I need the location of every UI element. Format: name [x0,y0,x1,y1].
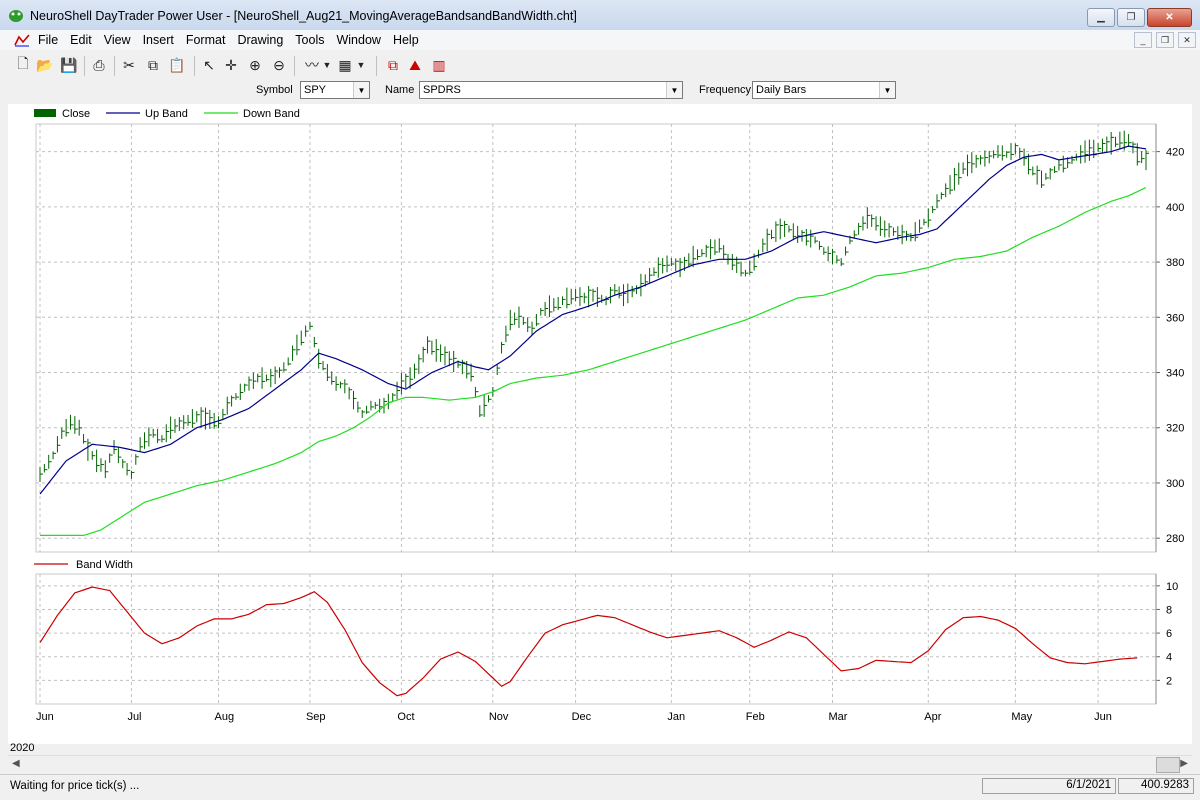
x-tick-label: Sep [306,711,326,723]
zoom-out-icon[interactable]: ⊖ [270,56,288,74]
open-icon[interactable]: 📂 [36,56,54,74]
horizontal-scrollbar[interactable]: ◀ ▶ [8,755,1192,773]
scroll-thumb[interactable] [1156,757,1180,773]
document-menu-icon[interactable] [14,33,30,47]
menu-format[interactable]: Format [186,32,232,48]
scroll-right-icon[interactable]: ▶ [1180,758,1188,769]
menu-help[interactable]: Help [393,32,425,48]
status-message: Waiting for price tick(s) ... [10,780,140,792]
bars-icon[interactable]: ▥ [430,56,448,74]
symbol-label: Symbol [256,84,293,96]
x-tick-label: Apr [924,711,941,723]
y-tick-label: 360 [1166,312,1184,324]
legend-down-band: Down Band [243,108,300,120]
y-tick-label: 340 [1166,368,1184,380]
symbol-selector-bar: Symbol SPY ▼ Name SPDRS ▼ Frequency Dail… [0,80,1200,102]
child-close-button[interactable]: ✕ [1178,32,1196,48]
neuroshell-app-icon [9,10,23,22]
y-tick-label: 6 [1166,628,1172,640]
x-tick-label: Aug [215,711,235,723]
y-tick-label: 380 [1166,257,1184,269]
x-tick-label: Oct [397,711,414,723]
status-bar: Waiting for price tick(s) ... 6/1/2021 4… [0,774,1200,799]
name-value: SPDRS [423,84,461,96]
x-tick-label: Nov [489,711,509,723]
y-tick-label: 8 [1166,604,1172,616]
line-style-icon[interactable]: 〰 [300,56,324,74]
zoom-in-icon[interactable]: ⊕ [246,56,264,74]
cut-icon[interactable]: ✂ [120,56,138,74]
child-minimize-button[interactable]: _ [1134,32,1152,48]
legend-swatch [34,109,56,117]
compare-icon[interactable]: ⧉ [384,56,402,74]
chevron-down-icon[interactable]: ▼ [879,82,895,98]
chevron-down-icon[interactable]: ▼ [666,82,682,98]
toolbar: 🗋 📂 💾 ⎙ ✂ ⧉ 📋 ↖ ✛ ⊕ ⊖ 〰 ▼ ▦ ▼ ⧉ ⛰ ▥ [0,52,1200,78]
frequency-value: Daily Bars [756,84,807,96]
x-tick-label: Mar [828,711,847,723]
close-button[interactable]: ✕ [1147,8,1192,27]
fill-icon[interactable]: ▦ [336,56,354,74]
legend-band-width: Band Width [76,559,133,571]
menu-edit[interactable]: Edit [70,32,98,48]
new-icon[interactable]: 🗋 [14,55,32,74]
symbol-value: SPY [304,84,327,96]
x-tick-label: Jan [667,711,685,723]
maximize-button[interactable]: ❐ [1117,8,1145,27]
chevron-down-icon[interactable]: ▼ [353,82,369,98]
frequency-label: Frequency [699,84,751,96]
menu-bar: File Edit View Insert Format Drawing Tools Wind… [0,30,1200,50]
y-tick-label: 280 [1166,533,1184,545]
child-restore-button[interactable]: ❐ [1156,32,1174,48]
main-panel-frame [35,123,1157,553]
y-tick-label: 400 [1166,202,1184,214]
legend-close: Close [62,108,90,120]
minimize-button[interactable]: ▁ [1087,8,1115,27]
menu-window[interactable]: Window [336,32,386,48]
status-value: 400.9283 [1118,778,1194,794]
window-title: NeuroShell DayTrader Power User - [Neuro… [30,9,577,23]
save-icon[interactable]: 💾 [60,56,78,74]
line-style-dropdown-icon[interactable]: ▼ [322,56,332,74]
status-date: 6/1/2021 [982,778,1116,794]
crosshair-icon[interactable]: ✛ [222,56,240,74]
fill-dropdown-icon[interactable]: ▼ [356,56,366,74]
y-tick-label: 4 [1166,652,1172,664]
y-tick-label: 320 [1166,423,1184,435]
paste-icon[interactable]: 📋 [168,56,186,74]
chart-area[interactable]: Jun Jul Aug Sep Oct Nov Dec Jan Feb Mar Apr May Jun 2… [8,104,1192,744]
price-chart[interactable]: Jun Jul Aug Sep Oct Nov Dec Jan Feb Mar Apr May Jun 2… [8,104,1192,744]
print-icon[interactable]: ⎙ [90,56,108,74]
name-combobox[interactable]: SPDRS ▼ [419,81,683,99]
pointer-icon[interactable]: ↖ [200,56,218,74]
x-tick-label: Dec [572,711,592,723]
scroll-left-icon[interactable]: ◀ [12,758,20,769]
menu-file[interactable]: File [38,32,64,48]
menu-tools[interactable]: Tools [295,32,330,48]
sub-panel-frame [35,573,1157,705]
x-tick-label: Jul [127,711,141,723]
x-tick-label: Jun [36,711,54,723]
year-label: 2020 [10,742,35,754]
x-tick-label: Feb [746,711,765,723]
menu-drawing[interactable]: Drawing [237,32,289,48]
menu-view[interactable]: View [104,32,137,48]
chart-icon[interactable]: ⛰ [406,56,424,74]
x-tick-label: May [1011,711,1032,723]
y-tick-label: 300 [1166,478,1184,490]
y-tick-label: 2 [1166,675,1172,687]
y-tick-label: 10 [1166,581,1178,593]
menu-insert[interactable]: Insert [143,32,180,48]
title-bar: NeuroShell DayTrader Power User - [Neuro… [0,0,1200,31]
x-tick-label: Jun [1094,711,1112,723]
copy-icon[interactable]: ⧉ [144,56,162,74]
name-label: Name [385,84,415,96]
legend-up-band: Up Band [145,108,188,120]
y-tick-label: 420 [1166,147,1184,159]
frequency-combobox[interactable]: Daily Bars ▼ [752,81,896,99]
symbol-combobox[interactable]: SPY ▼ [300,81,370,99]
